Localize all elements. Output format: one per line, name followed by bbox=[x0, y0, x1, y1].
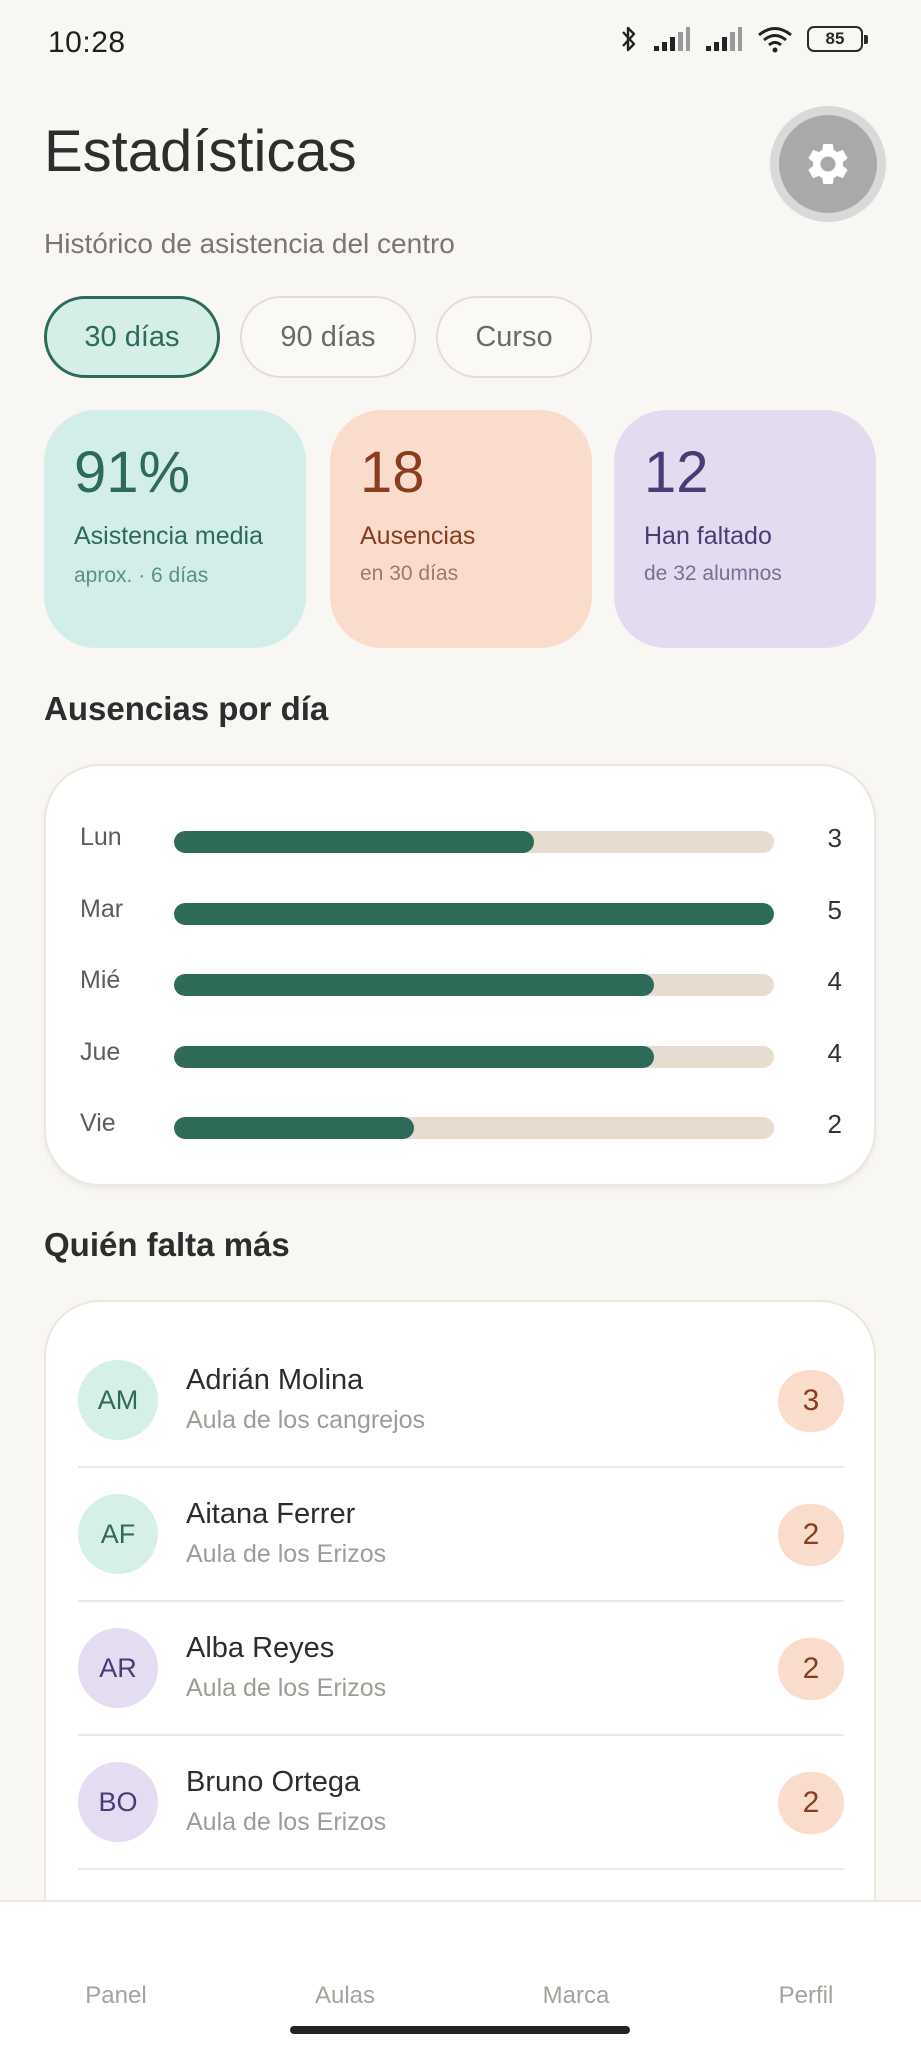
page-title: Estadísticas bbox=[44, 119, 357, 184]
status-bar: 10:28 85 bbox=[0, 0, 921, 90]
nav-item-aulas[interactable]: Aulas bbox=[265, 1982, 425, 2010]
absence-count-badge: 2 bbox=[778, 1772, 844, 1834]
nav-item-panel[interactable]: Panel bbox=[36, 1982, 196, 2010]
bar-track bbox=[174, 831, 774, 853]
attendance-card: 91% Asistencia media aprox. · 6 días bbox=[44, 410, 306, 648]
absence-count-badge: 3 bbox=[778, 1370, 844, 1432]
bar-fill bbox=[174, 831, 534, 853]
student-class: Aula de los cangrejos bbox=[186, 1406, 426, 1434]
bar-track bbox=[174, 974, 774, 996]
list-item[interactable]: AF Aitana Ferrer Aula de los Erizos 2 bbox=[78, 1468, 844, 1602]
screen: 10:28 85 Estadísticas Histórico de asist… bbox=[0, 0, 921, 2048]
student-name: Bruno Ortega bbox=[186, 1766, 361, 1798]
period-chip-course[interactable]: Curso bbox=[436, 296, 592, 378]
nav-item-marca[interactable]: Marca bbox=[496, 1982, 656, 2010]
bar-category-label: Lun bbox=[80, 823, 122, 851]
bar-fill bbox=[174, 1045, 654, 1068]
absence-count-badge: 2 bbox=[778, 1504, 844, 1566]
bar-row: Vie 2 bbox=[46, 1106, 874, 1146]
missed-students-card: 12 Han faltado de 32 alumnos bbox=[614, 410, 876, 648]
bar-fill bbox=[174, 902, 774, 925]
bar-fill bbox=[174, 1117, 414, 1139]
section-title-who: Quién falta más bbox=[44, 1226, 290, 1263]
status-time: 10:28 bbox=[48, 26, 126, 59]
list-item[interactable]: AR Alba Reyes Aula de los Erizos 2 bbox=[78, 1602, 844, 1736]
attendance-note: aprox. · 6 días bbox=[74, 564, 209, 587]
signal-icon bbox=[706, 27, 742, 51]
signal-icon bbox=[654, 27, 690, 51]
bar-value-label: 2 bbox=[827, 1109, 842, 1139]
absences-by-day-chart: Lun 3 Mar 5 Mié 4 Jue 4 Vie 2 bbox=[44, 764, 876, 1186]
bar-value-label: 3 bbox=[827, 823, 842, 853]
absences-note: en 30 días bbox=[360, 562, 459, 585]
bar-row: Mar 5 bbox=[46, 892, 874, 932]
battery-icon: 85 bbox=[807, 26, 868, 52]
bar-row: Lun 3 bbox=[46, 820, 874, 860]
settings-button-inner bbox=[779, 115, 877, 213]
bar-row: Mié 4 bbox=[46, 963, 874, 1003]
absences-value: 18 bbox=[360, 440, 425, 505]
settings-button[interactable] bbox=[770, 106, 886, 222]
bar-fill bbox=[174, 974, 654, 996]
attendance-label: Asistencia media bbox=[74, 522, 263, 550]
avatar: AF bbox=[78, 1494, 158, 1574]
student-name: Alba Reyes bbox=[186, 1632, 335, 1664]
student-list: AM Adrián Molina Aula de los cangrejos 3… bbox=[44, 1300, 876, 1900]
period-selector: 30 días 90 días Curso bbox=[44, 296, 592, 378]
absences-card: 18 Ausencias en 30 días bbox=[330, 410, 592, 648]
bar-category-label: Vie bbox=[80, 1109, 116, 1137]
nav-item-perfil[interactable]: Perfil bbox=[726, 1982, 886, 2010]
page-subtitle: Histórico de asistencia del centro bbox=[44, 228, 455, 259]
student-class: Aula de los Erizos bbox=[186, 1540, 387, 1568]
avatar: AM bbox=[78, 1360, 158, 1440]
missed-note: de 32 alumnos bbox=[644, 562, 782, 585]
absences-label: Ausencias bbox=[360, 522, 476, 550]
bar-category-label: Jue bbox=[80, 1037, 121, 1066]
period-chip-90-days[interactable]: 90 días bbox=[240, 296, 416, 378]
attendance-value: 91% bbox=[74, 440, 191, 505]
home-indicator[interactable] bbox=[290, 2026, 630, 2034]
bar-track bbox=[174, 1117, 774, 1139]
avatar: BO bbox=[78, 1762, 158, 1842]
bluetooth-icon bbox=[622, 26, 636, 52]
student-class: Aula de los Erizos bbox=[186, 1674, 387, 1702]
bar-track bbox=[174, 902, 774, 925]
list-item[interactable]: BO Bruno Ortega Aula de los Erizos 2 bbox=[78, 1736, 844, 1870]
bar-row: Jue 4 bbox=[46, 1035, 874, 1075]
bar-category-label: Mar bbox=[80, 894, 124, 923]
bar-value-label: 4 bbox=[827, 966, 842, 996]
bar-value-label: 4 bbox=[827, 1037, 842, 1068]
absence-count-badge: 2 bbox=[778, 1638, 844, 1700]
student-name: Aitana Ferrer bbox=[186, 1498, 356, 1530]
missed-label: Han faltado bbox=[644, 522, 772, 550]
bar-track bbox=[174, 1045, 774, 1068]
student-class: Aula de los Erizos bbox=[186, 1808, 387, 1836]
missed-value: 12 bbox=[644, 440, 709, 505]
student-name: Adrián Molina bbox=[186, 1364, 364, 1396]
section-title-by-day: Ausencias por día bbox=[44, 690, 329, 727]
list-item[interactable]: AM Adrián Molina Aula de los cangrejos 3 bbox=[78, 1334, 844, 1468]
bar-category-label: Mié bbox=[80, 966, 121, 994]
status-icons: 85 bbox=[619, 24, 868, 54]
gear-icon bbox=[808, 144, 848, 184]
period-chip-30-days[interactable]: 30 días bbox=[44, 296, 220, 378]
wifi-icon bbox=[758, 27, 792, 53]
bar-value-label: 5 bbox=[827, 894, 842, 925]
avatar: AR bbox=[78, 1628, 158, 1708]
